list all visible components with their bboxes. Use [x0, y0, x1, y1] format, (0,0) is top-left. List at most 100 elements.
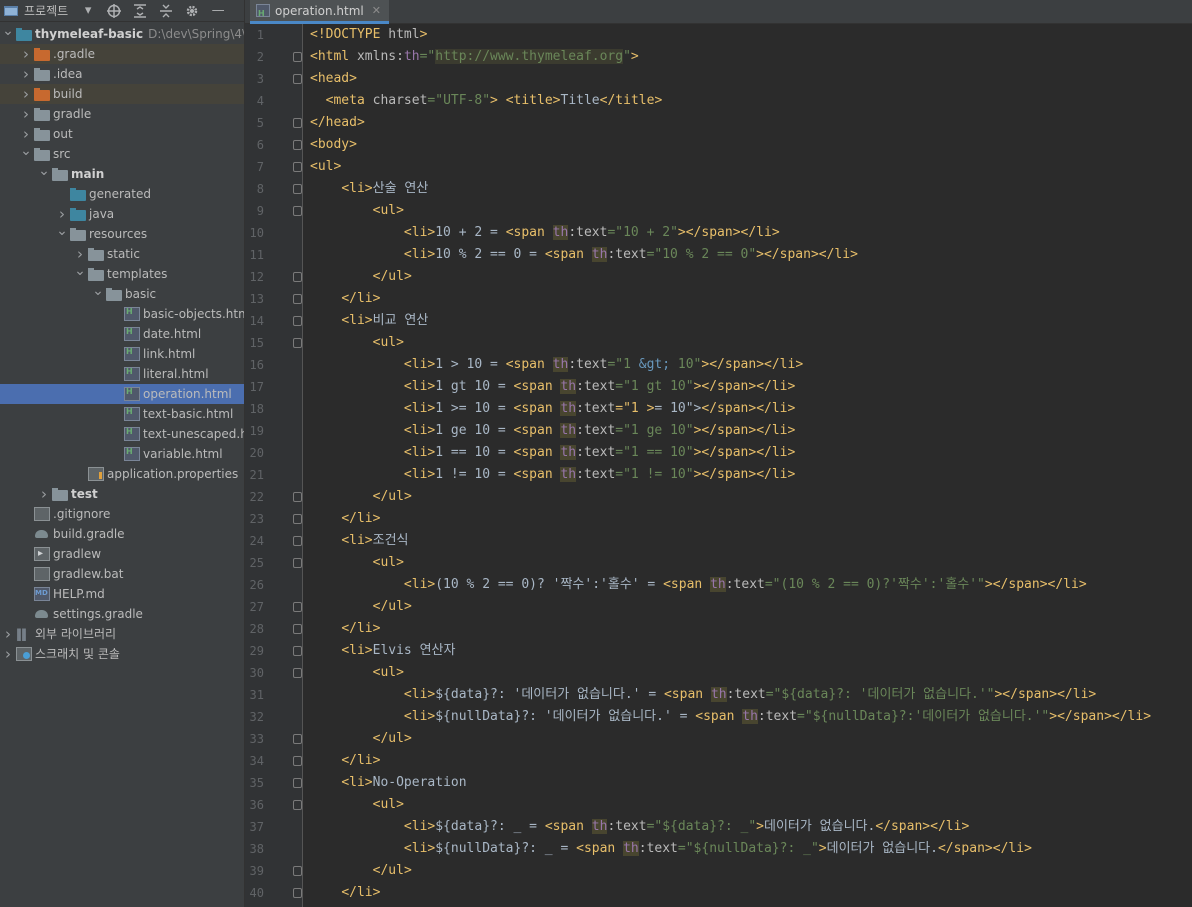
fold-marker-icon[interactable] [293, 866, 302, 876]
chevron-down-icon[interactable]: ⌄ [18, 141, 34, 161]
code-line[interactable]: <li>1 ge 10 = <span th:text="1 ge 10"></… [303, 420, 1192, 442]
tree-item[interactable]: application.properties [0, 464, 244, 484]
code-line[interactable]: <li>No-Operation [303, 772, 1192, 794]
tree-item[interactable]: generated [0, 184, 244, 204]
fold-marker-icon[interactable] [293, 316, 302, 326]
tree-item[interactable]: ⌄ resources [0, 221, 244, 244]
fold-marker-icon[interactable] [293, 888, 302, 898]
code-line[interactable]: <ul> [303, 200, 1192, 222]
tree-item[interactable]: › build [0, 84, 244, 104]
code-line[interactable]: <li>조건식 [303, 530, 1192, 552]
code-line[interactable]: </ul> [303, 860, 1192, 882]
fold-marker-icon[interactable] [293, 558, 302, 568]
tree-item[interactable]: HELP.md [0, 583, 244, 604]
code-line[interactable]: <li>1 > 10 = <span th:text="1 &gt; 10"><… [303, 354, 1192, 376]
fold-marker-icon[interactable] [293, 492, 302, 502]
fold-marker-icon[interactable] [293, 536, 302, 546]
code-line[interactable]: <li>${nullData}?: _ = <span th:text="${n… [303, 838, 1192, 860]
fold-marker-icon[interactable] [293, 294, 302, 304]
tree-item[interactable]: operation.html [0, 382, 244, 404]
code-line[interactable]: <li>1 != 10 = <span th:text="1 != 10"></… [303, 464, 1192, 486]
chevron-down-icon[interactable]: ⌄ [0, 21, 16, 41]
fold-marker-icon[interactable] [293, 338, 302, 348]
tree-item[interactable]: gradlew [0, 544, 244, 564]
tree-item[interactable]: › static [0, 244, 244, 264]
tree-item[interactable]: › out [0, 124, 244, 144]
code-line[interactable]: <li>1 gt 10 = <span th:text="1 gt 10"></… [303, 376, 1192, 398]
tree-item[interactable]: text-basic.html [0, 402, 244, 424]
code-line[interactable]: <li>10 % 2 == 0 = <span th:text="10 % 2 … [303, 244, 1192, 266]
chevron-right-icon[interactable]: › [18, 44, 34, 64]
code-line[interactable]: </ul> [303, 486, 1192, 508]
tree-item[interactable]: › gradle [0, 104, 244, 124]
code-line[interactable]: <li>비교 연산 [303, 310, 1192, 332]
tree-item[interactable]: › .idea [0, 64, 244, 84]
fold-marker-icon[interactable] [293, 800, 302, 810]
tree-item[interactable]: › test [0, 484, 244, 504]
tree-item[interactable]: .gitignore [0, 504, 244, 524]
code-line[interactable]: <ul> [303, 332, 1192, 354]
chevron-right-icon[interactable]: › [0, 644, 16, 664]
chevron-down-icon[interactable]: ⌄ [72, 261, 88, 281]
tree-item[interactable]: gradlew.bat [0, 564, 244, 584]
tree-item[interactable]: settings.gradle [0, 604, 244, 624]
fold-marker-icon[interactable] [293, 162, 302, 172]
code-line[interactable]: <li>10 + 2 = <span th:text="10 + 2"></sp… [303, 222, 1192, 244]
chevron-right-icon[interactable]: › [0, 624, 16, 644]
collapse-all-icon[interactable] [156, 1, 176, 21]
chevron-down-icon[interactable]: ⌄ [54, 221, 70, 241]
tree-item[interactable]: ⌄ basic [0, 281, 244, 304]
fold-marker-icon[interactable] [293, 118, 302, 128]
fold-marker-icon[interactable] [293, 206, 302, 216]
fold-marker-icon[interactable] [293, 602, 302, 612]
gear-icon[interactable] [182, 1, 202, 21]
project-panel-title[interactable]: 프로젝트 [24, 2, 68, 19]
tree-item[interactable]: › 외부 라이브러리 [0, 624, 244, 644]
tree-item[interactable]: › java [0, 204, 244, 224]
code-line[interactable]: <head> [303, 68, 1192, 90]
chevron-down-icon[interactable]: ⌄ [90, 281, 106, 301]
code-line[interactable]: </li> [303, 288, 1192, 310]
code-line[interactable]: <ul> [303, 662, 1192, 684]
tree-item[interactable]: ⌄ thymeleaf-basic D:\dev\Spring\4\ [0, 21, 244, 44]
fold-marker-icon[interactable] [293, 184, 302, 194]
fold-marker-icon[interactable] [293, 756, 302, 766]
chevron-right-icon[interactable]: › [18, 64, 34, 84]
tree-item[interactable]: ⌄ templates [0, 261, 244, 284]
code-line[interactable]: <li>${data}?: _ = <span th:text="${data}… [303, 816, 1192, 838]
tree-item[interactable]: date.html [0, 322, 244, 344]
chevron-right-icon[interactable]: › [18, 104, 34, 124]
code-line[interactable]: <meta charset="UTF-8"> <title>Title</tit… [303, 90, 1192, 112]
fold-marker-icon[interactable] [293, 140, 302, 150]
code-line[interactable]: <li>1 >= 10 = <span th:text="1 >= 10"></… [303, 398, 1192, 420]
fold-marker-icon[interactable] [293, 74, 302, 84]
close-icon[interactable]: ✕ [372, 4, 381, 17]
tree-item[interactable]: literal.html [0, 362, 244, 384]
fold-marker-icon[interactable] [293, 514, 302, 524]
fold-marker-icon[interactable] [293, 646, 302, 656]
tree-item[interactable]: build.gradle [0, 524, 244, 544]
fold-marker-icon[interactable] [293, 272, 302, 282]
fold-marker-icon[interactable] [293, 778, 302, 788]
code-line[interactable]: </li> [303, 882, 1192, 904]
code-line[interactable]: <html xmlns:th="http://www.thymeleaf.org… [303, 46, 1192, 68]
code-line[interactable]: <ul> [303, 552, 1192, 574]
code-line[interactable]: <ul> [303, 794, 1192, 816]
fold-marker-icon[interactable] [293, 734, 302, 744]
locate-icon[interactable] [104, 1, 124, 21]
code-line[interactable]: </ul> [303, 266, 1192, 288]
tree-item[interactable]: basic-objects.html [0, 302, 244, 324]
code-line[interactable]: </head> [303, 112, 1192, 134]
code-line[interactable]: <li>(10 % 2 == 0)? '짝수':'홀수' = <span th:… [303, 574, 1192, 596]
minimize-icon[interactable]: — [208, 1, 228, 21]
code-line[interactable]: <li>${data}?: '데이터가 없습니다.' = <span th:te… [303, 684, 1192, 706]
tree-item[interactable]: link.html [0, 342, 244, 364]
code-line[interactable]: </li> [303, 750, 1192, 772]
code-line[interactable]: <!DOCTYPE html> [303, 24, 1192, 46]
fold-marker-icon[interactable] [293, 624, 302, 634]
tree-item[interactable]: text-unescaped.htr [0, 422, 244, 444]
chevron-right-icon[interactable]: › [36, 484, 52, 504]
tree-item[interactable]: › 스크래치 및 콘솔 [0, 644, 244, 664]
code-line[interactable]: </ul> [303, 596, 1192, 618]
tree-item[interactable]: ⌄ main [0, 163, 244, 184]
